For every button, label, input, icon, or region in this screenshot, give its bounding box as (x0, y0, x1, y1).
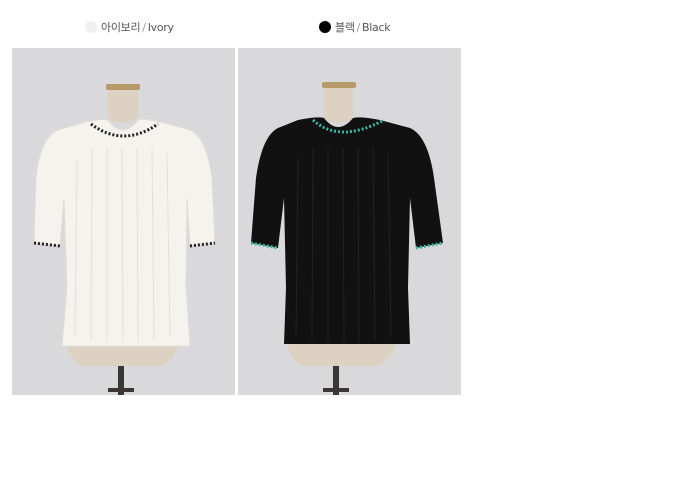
color-option-ivory: 아이보리 / Ivory (85, 19, 174, 35)
color-name-en: Black (362, 20, 391, 34)
color-name-ko: 아이보리 (101, 21, 141, 34)
color-name-en: Ivory (147, 20, 174, 34)
ivory-blouse-image (12, 48, 235, 395)
color-option-black: 블랙 / Black (319, 19, 391, 35)
product-photo-ivory (12, 48, 235, 395)
color-name-ko: 블랙 (335, 21, 355, 34)
black-swatch-dot (319, 21, 331, 33)
separator: / (356, 20, 361, 34)
separator: / (142, 20, 146, 34)
black-blouse-image (238, 48, 461, 395)
product-photo-black (238, 48, 461, 395)
ivory-swatch-dot (85, 21, 97, 33)
